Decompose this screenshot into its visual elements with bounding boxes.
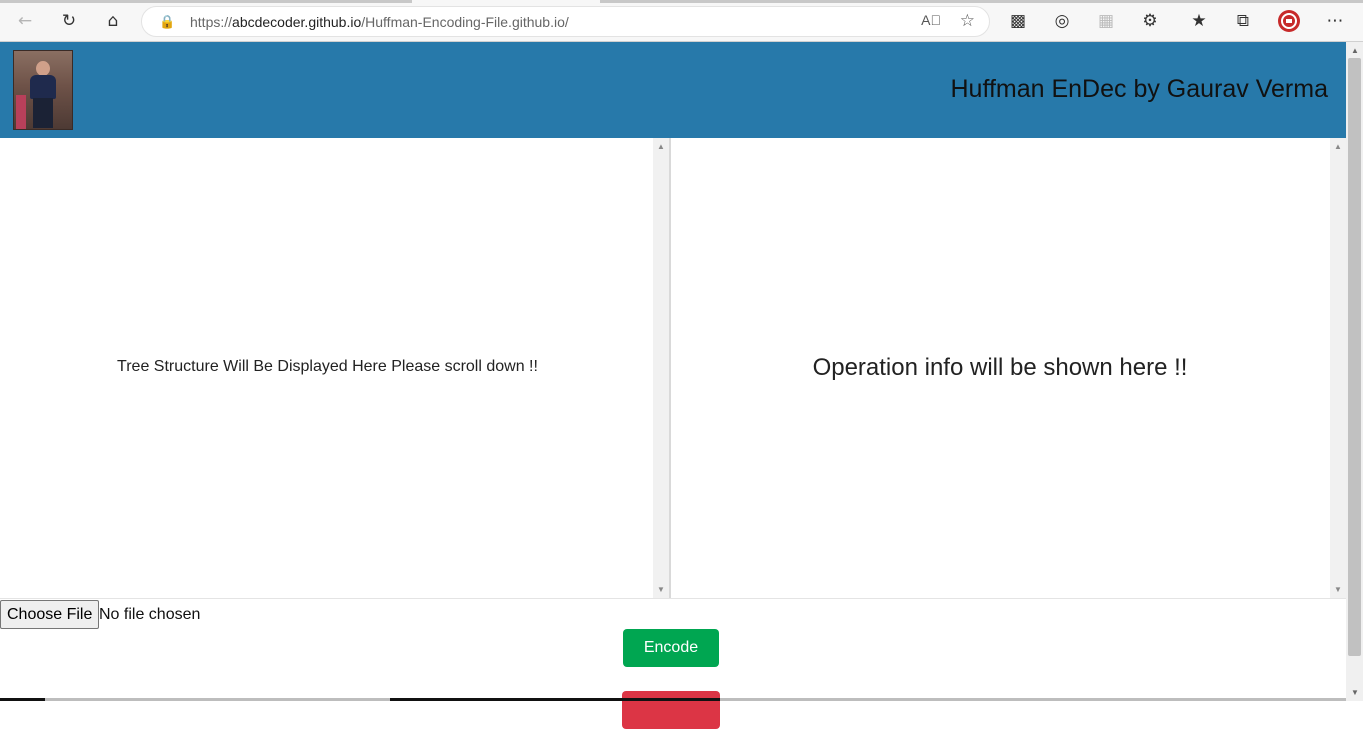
back-icon[interactable]: ← bbox=[13, 9, 37, 33]
tree-pane[interactable]: Tree Structure Will Be Displayed Here Pl… bbox=[0, 138, 671, 598]
tab-actions-icon[interactable]: ▩ bbox=[1006, 9, 1030, 33]
page-header: Huffman EnDec by Gaurav Verma bbox=[0, 42, 1346, 138]
tab-strip-edge bbox=[0, 0, 412, 3]
controls-area: Choose File No file chosen Encode bbox=[0, 598, 1350, 729]
profile-icon[interactable] bbox=[1277, 9, 1301, 33]
encode-button[interactable]: Encode bbox=[623, 629, 719, 667]
tab-strip-edge bbox=[600, 0, 1363, 3]
scrollbar-thumb[interactable] bbox=[1348, 58, 1361, 656]
scroll-down-icon[interactable]: ▼ bbox=[657, 585, 665, 594]
read-aloud-icon[interactable]: A⃣ bbox=[921, 12, 941, 28]
scroll-up-icon[interactable]: ▲ bbox=[1351, 46, 1359, 55]
site-title: Huffman EnDec by Gaurav Verma bbox=[950, 75, 1329, 103]
sync-icon[interactable]: ◎ bbox=[1050, 9, 1074, 33]
info-pane-scrollbar[interactable]: ▲ ▼ bbox=[1330, 138, 1346, 598]
puzzle-icon[interactable]: ⚙ bbox=[1138, 9, 1162, 33]
photo-background bbox=[16, 95, 26, 129]
decode-button[interactable] bbox=[622, 691, 720, 729]
url-path: /Huffman-Encoding-File.github.io/ bbox=[361, 14, 569, 30]
photo-person-body bbox=[30, 75, 56, 99]
url-protocol: https:// bbox=[190, 14, 233, 30]
info-pane[interactable]: Operation info will be shown here !! ▲ ▼ bbox=[672, 138, 1346, 598]
url-text[interactable]: https://abcdecoder.github.io/Huffman-Enc… bbox=[190, 14, 569, 30]
collections-icon[interactable]: ⧉ bbox=[1231, 9, 1255, 33]
tree-pane-scrollbar[interactable]: ▲ ▼ bbox=[653, 138, 669, 598]
photo-person-legs bbox=[33, 98, 53, 128]
more-icon[interactable]: ⋯ bbox=[1323, 9, 1347, 33]
scroll-up-icon[interactable]: ▲ bbox=[1334, 142, 1342, 151]
tree-placeholder-text: Tree Structure Will Be Displayed Here Pl… bbox=[117, 358, 538, 375]
file-status-text: No file chosen bbox=[99, 606, 201, 623]
lock-icon[interactable]: 🔒 bbox=[159, 14, 175, 30]
browser-toolbar: ← ↻ ⌂ 🔒 https://abcdecoder.github.io/Huf… bbox=[0, 0, 1363, 42]
extension-icon[interactable]: ▦ bbox=[1094, 9, 1118, 33]
scroll-down-icon[interactable]: ▼ bbox=[1334, 585, 1342, 594]
scroll-down-icon[interactable]: ▼ bbox=[1351, 688, 1359, 697]
author-photo bbox=[13, 50, 73, 130]
scroll-up-icon[interactable]: ▲ bbox=[657, 142, 665, 151]
url-host: abcdecoder.github.io bbox=[232, 14, 362, 30]
choose-file-button[interactable]: Choose File bbox=[0, 600, 100, 629]
refresh-icon[interactable]: ↻ bbox=[57, 9, 81, 33]
page-scrollbar[interactable]: ▲ ▼ bbox=[1346, 42, 1363, 701]
home-icon[interactable]: ⌂ bbox=[101, 9, 125, 33]
favorites-icon[interactable]: ★ bbox=[1187, 9, 1211, 33]
add-favorite-icon[interactable]: ☆ bbox=[960, 11, 975, 31]
info-placeholder-text: Operation info will be shown here !! bbox=[812, 354, 1188, 381]
photo-person-head bbox=[36, 61, 50, 76]
address-bar[interactable]: 🔒 https://abcdecoder.github.io/Huffman-E… bbox=[141, 6, 990, 37]
